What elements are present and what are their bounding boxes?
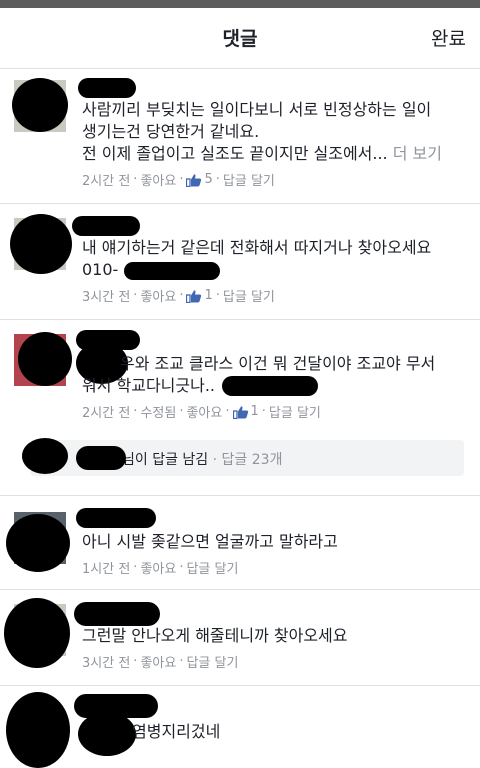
timestamp: 3시간 전	[82, 656, 131, 671]
redaction-mark	[222, 376, 318, 396]
like-button[interactable]: 좋아요	[140, 652, 176, 671]
redaction-mark	[6, 514, 70, 572]
reply-button[interactable]: 답글 달기	[186, 558, 238, 577]
redacted-reply-author	[76, 446, 126, 470]
divider	[0, 685, 480, 686]
timestamp: 2시간 전	[82, 406, 131, 421]
redaction-mark	[10, 214, 72, 274]
reply-count[interactable]: 답글 23개	[222, 452, 283, 468]
divider	[0, 203, 480, 204]
like-button[interactable]: 좋아요	[140, 286, 176, 305]
reply-summary-text: 님이 답글 남김 · 답글 23개	[122, 449, 282, 469]
divider	[0, 589, 480, 590]
separator-dot: ·	[212, 452, 218, 468]
redaction-mark	[18, 332, 72, 386]
done-button[interactable]: 완료	[431, 24, 466, 51]
thumbs-up-icon	[186, 289, 202, 303]
status-bar	[0, 0, 480, 8]
comment-meta: 2시간 전 · 수정됨 · 좋아요 · 1 · 답글 달기	[82, 402, 321, 421]
reply-button[interactable]: 답글 달기	[269, 402, 321, 421]
redaction-mark	[4, 598, 70, 668]
comment-meta: 3시간 전 · 좋아요 · 1 · 답글 달기	[82, 286, 275, 305]
timestamp: 1시간 전	[82, 562, 131, 577]
comments-header: 댓글 완료	[0, 8, 480, 69]
redacted-author-name[interactable]	[74, 602, 160, 626]
reply-button[interactable]: 답글 달기	[223, 286, 275, 305]
comment-text-line: 내 얘기하는거 같은데 전화해서 따지거나 찾아오세요	[82, 238, 432, 257]
comment-text-line: 010-	[82, 260, 119, 279]
like-button[interactable]: 좋아요	[186, 402, 222, 421]
redaction-mark	[22, 438, 68, 474]
comment-text-segment: 전 이제 졸업이고 실조도 끝이지만 실조에서...	[82, 144, 388, 163]
timestamp: 3시간 전	[82, 290, 131, 305]
divider	[0, 495, 480, 496]
comment-text-line: 아니 시발 좆같으면 얼굴까고 말하라고	[82, 532, 338, 551]
like-count: 5	[204, 172, 213, 187]
reply-button[interactable]: 답글 달기	[186, 652, 238, 671]
see-more-link[interactable]: 더 보기	[393, 144, 442, 163]
comment-meta: 1시간 전 · 좋아요 · 답글 달기	[82, 558, 239, 577]
redaction-mark	[78, 712, 136, 756]
timestamp: 2시간 전	[82, 174, 131, 189]
thumbs-up-icon	[186, 173, 202, 187]
comment-meta: 2시간 전 · 좋아요 · 5 · 답글 달기	[82, 170, 275, 189]
redacted-author-name[interactable]	[72, 216, 140, 236]
page-title: 댓글	[222, 28, 258, 50]
comment-text-line: 생기는건 당연한거 같네요.	[82, 122, 260, 141]
comment-text-line: 우와 조교 클라스 이건 뭐 건달이야 조교야 무서	[120, 354, 436, 373]
edited-label: 수정됨	[140, 406, 177, 421]
comment-meta: 3시간 전 · 좋아요 · 답글 달기	[82, 652, 239, 671]
like-button[interactable]: 좋아요	[140, 558, 176, 577]
like-count: 1	[204, 288, 213, 303]
redaction-mark	[12, 78, 68, 132]
comment-text-line: 워서 학교다니긋나..	[82, 376, 216, 395]
redacted-author-name[interactable]	[78, 78, 136, 98]
reply-author-text: 님이 답글 남김	[122, 452, 209, 468]
thumbs-up-icon	[232, 405, 248, 419]
redacted-phone-number	[124, 262, 220, 280]
like-button[interactable]: 좋아요	[140, 170, 176, 189]
comment-text-line: 전 이제 졸업이고 실조도 끝이지만 실조에서... 더 보기	[82, 144, 442, 164]
comment-text-line: 사람끼리 부딪치는 일이다보니 서로 빈정상하는 일이	[82, 100, 432, 119]
reply-button[interactable]: 답글 달기	[223, 170, 275, 189]
comment-text-line: 그런말 안나오게 해줄테니까 찾아오세요	[82, 626, 348, 645]
divider	[0, 319, 480, 320]
comment-text-line: 염병지리겄네	[132, 722, 221, 741]
redaction-mark	[6, 692, 70, 768]
like-count: 1	[250, 404, 259, 419]
redacted-author-name[interactable]	[76, 508, 156, 528]
